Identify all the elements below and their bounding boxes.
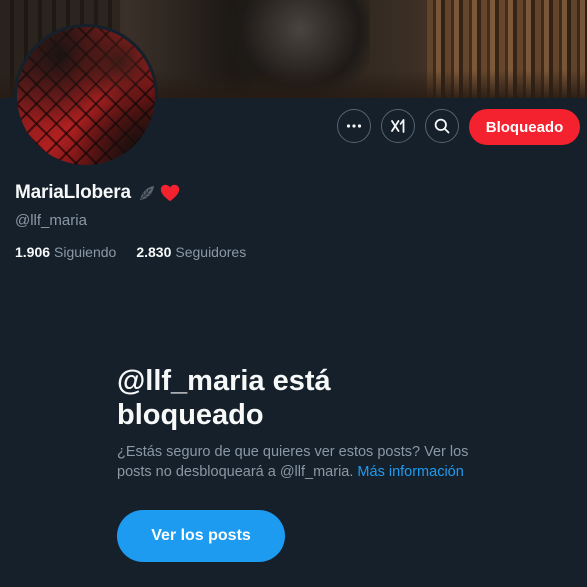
profile-stats: 1.906 Siguiendo 2.830 Seguidores bbox=[15, 244, 246, 260]
more-icon bbox=[346, 124, 362, 128]
heart-icon bbox=[160, 184, 180, 202]
following-count: 1.906 bbox=[15, 244, 51, 260]
view-posts-button[interactable]: Ver los posts bbox=[117, 510, 285, 562]
search-button[interactable] bbox=[425, 109, 459, 143]
followers-count: 2.830 bbox=[136, 244, 172, 260]
more-info-link[interactable]: Más información bbox=[357, 464, 463, 480]
more-button[interactable] bbox=[337, 109, 371, 143]
leaf-icon bbox=[139, 186, 154, 200]
following-label: Siguiendo bbox=[54, 244, 117, 260]
profile-handle: @llf_maria bbox=[15, 212, 87, 229]
blocked-button[interactable]: Bloqueado bbox=[469, 109, 580, 145]
name-row: MariaLlobera bbox=[15, 182, 181, 204]
avatar-shading bbox=[17, 27, 155, 165]
followers-label: Seguidores bbox=[175, 244, 247, 260]
blocked-description: ¿Estás seguro de que quieres ver estos p… bbox=[117, 442, 489, 482]
avatar[interactable] bbox=[14, 24, 158, 168]
search-icon bbox=[434, 118, 450, 134]
grok-icon bbox=[391, 119, 405, 133]
grok-button[interactable] bbox=[381, 109, 415, 143]
display-name: MariaLlobera bbox=[15, 182, 131, 203]
following-link[interactable]: 1.906 Siguiendo bbox=[15, 244, 116, 260]
blocked-title: @llf_maria está bloqueado bbox=[117, 365, 331, 431]
followers-link[interactable]: 2.830 Seguidores bbox=[136, 244, 246, 260]
